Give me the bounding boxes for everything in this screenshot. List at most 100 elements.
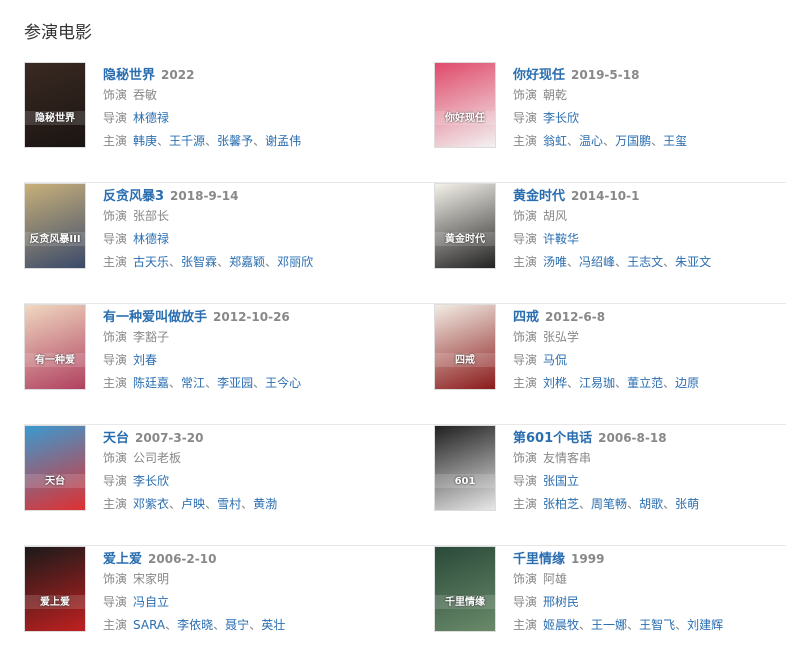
cast-member-link[interactable]: 卢映 (181, 497, 205, 511)
movie-release-date: 2014-10-1 (571, 189, 640, 203)
movie-title-link[interactable]: 有一种爱叫做放手 (103, 310, 207, 325)
cast-member-link[interactable]: 张馨予 (217, 134, 253, 148)
role-value: 友情客串 (543, 451, 592, 465)
cast-label: 主演 (103, 134, 128, 148)
movie-title-link[interactable]: 四戒 (513, 310, 539, 325)
role-value: 宋家明 (133, 572, 170, 586)
movie-release-date: 2019-5-18 (571, 68, 640, 82)
cast-member-link[interactable]: 李亚园 (217, 376, 253, 390)
movie-poster[interactable]: 千里情缘 (434, 546, 496, 632)
cast-member-link[interactable]: 邓丽欣 (277, 255, 313, 269)
poster-title-text: 有一种爱 (35, 355, 75, 366)
director-label: 导演 (513, 595, 538, 609)
cast-member-link[interactable]: 王玺 (663, 134, 687, 148)
cast-member-link[interactable]: 王智飞 (639, 618, 675, 632)
cast-member-link[interactable]: 韩庚 (133, 134, 157, 148)
movie-release-date: 1999 (571, 552, 605, 566)
director-link[interactable]: 林德禄 (133, 232, 169, 246)
movie-title-link[interactable]: 反贪风暴3 (103, 189, 164, 204)
movie-title-link[interactable]: 天台 (103, 431, 129, 446)
movie-release-date: 2006-8-18 (598, 431, 667, 445)
director-link[interactable]: 邢树民 (543, 595, 579, 609)
director-link[interactable]: 许鞍华 (543, 232, 579, 246)
movie-title-link[interactable]: 你好现任 (513, 68, 565, 83)
director-label: 导演 (103, 474, 128, 488)
cast-member-link[interactable]: 温心 (579, 134, 603, 148)
director-label: 导演 (513, 232, 538, 246)
movie-poster[interactable]: 601 (434, 425, 496, 511)
movie-poster[interactable]: 黄金时代 (434, 183, 496, 269)
cast-member-link[interactable]: 边原 (675, 376, 699, 390)
cast-member-link[interactable]: 王一娜 (591, 618, 627, 632)
movie-release-date: 2006-2-10 (148, 552, 217, 566)
director-link[interactable]: 马侃 (543, 353, 567, 367)
movie-poster[interactable]: 四戒 (434, 304, 496, 390)
movie-poster[interactable]: 有一种爱 (24, 304, 86, 390)
director-link[interactable]: 刘春 (133, 353, 157, 367)
cast-member-link[interactable]: 王今心 (265, 376, 301, 390)
cast-member-link[interactable]: 朱亚文 (675, 255, 711, 269)
cast-member-link[interactable]: 黄渤 (253, 497, 277, 511)
cast-member-link[interactable]: 江易珈 (579, 376, 615, 390)
director-label: 导演 (103, 595, 128, 609)
cast-member-link[interactable]: 郑嘉颖 (229, 255, 265, 269)
cast-member-link[interactable]: 刘桦 (543, 376, 567, 390)
cast-member-link[interactable]: 李依晓 (177, 618, 213, 632)
movie-title-link[interactable]: 第601个电话 (513, 431, 592, 446)
cast-member-link[interactable]: 古天乐 (133, 255, 169, 269)
director-label: 导演 (513, 111, 538, 125)
cast-member-link[interactable]: 董立范 (627, 376, 663, 390)
movie-title-link[interactable]: 黄金时代 (513, 189, 565, 204)
role-value: 公司老板 (133, 451, 182, 465)
director-label: 导演 (103, 111, 128, 125)
director-link[interactable]: 李长欣 (543, 111, 579, 125)
cast-member-link[interactable]: 张柏芝 (543, 497, 579, 511)
cast-member-link[interactable]: 万国鹏 (615, 134, 651, 148)
cast-member-link[interactable]: 姬晨牧 (543, 618, 579, 632)
role-value: 胡风 (543, 209, 568, 223)
director-link[interactable]: 林德禄 (133, 111, 169, 125)
cast-member-link[interactable]: 英壮 (261, 618, 285, 632)
cast-member-link[interactable]: 谢孟伟 (265, 134, 301, 148)
movie-release-date: 2022 (161, 68, 195, 82)
role-label: 饰演 (513, 88, 538, 102)
director-link[interactable]: 张国立 (543, 474, 579, 488)
poster-title-text: 你好现任 (445, 113, 485, 124)
movie-poster[interactable]: 反贪风暴III (24, 183, 86, 269)
role-label: 饰演 (513, 330, 538, 344)
cast-member-link[interactable]: 陈廷嘉 (133, 376, 169, 390)
movie-title-link[interactable]: 爱上爱 (103, 552, 142, 567)
cast-member-link[interactable]: 汤唯 (543, 255, 567, 269)
cast-label: 主演 (103, 497, 128, 511)
cast-member-link[interactable]: 常江 (181, 376, 205, 390)
director-label: 导演 (103, 232, 128, 246)
role-label: 饰演 (103, 330, 128, 344)
movie-poster[interactable]: 爱上爱 (24, 546, 86, 632)
cast-member-link[interactable]: 王千源 (169, 134, 205, 148)
cast-member-link[interactable]: 翁虹 (543, 134, 567, 148)
poster-title-text: 千里情缘 (445, 597, 485, 608)
cast-member-link[interactable]: SARA (133, 618, 165, 632)
director-link[interactable]: 冯自立 (133, 595, 169, 609)
cast-member-link[interactable]: 雪村 (217, 497, 241, 511)
movie-poster[interactable]: 隐秘世界 (24, 62, 86, 148)
director-link[interactable]: 李长欣 (133, 474, 169, 488)
movie-card: 隐秘世界 隐秘世界 2022 饰演 吞敏 导演 林德禄 主演 韩庚、王千源、张馨予、谢孟伟 (24, 62, 434, 183)
cast-member-link[interactable]: 王志文 (627, 255, 663, 269)
cast-label: 主演 (513, 618, 538, 632)
cast-member-link[interactable]: 邓紫衣 (133, 497, 169, 511)
cast-member-link[interactable]: 刘建辉 (687, 618, 723, 632)
cast-label: 主演 (103, 376, 128, 390)
movie-poster[interactable]: 你好现任 (434, 62, 496, 148)
movie-title-link[interactable]: 千里情缘 (513, 552, 565, 567)
cast-member-link[interactable]: 张智霖 (181, 255, 217, 269)
movie-poster[interactable]: 天台 (24, 425, 86, 511)
cast-member-link[interactable]: 张萌 (675, 497, 699, 511)
movie-card: 601 第601个电话 2006-8-18 饰演 友情客串 导演 张国立 主演 张柏芝、周笔畅、… (434, 425, 786, 546)
cast-member-link[interactable]: 胡歌 (639, 497, 663, 511)
movie-title-link[interactable]: 隐秘世界 (103, 68, 155, 83)
cast-member-link[interactable]: 周笔畅 (591, 497, 627, 511)
cast-member-link[interactable]: 聂宁 (225, 618, 249, 632)
poster-title-text: 四戒 (455, 355, 475, 366)
cast-member-link[interactable]: 冯绍峰 (579, 255, 615, 269)
